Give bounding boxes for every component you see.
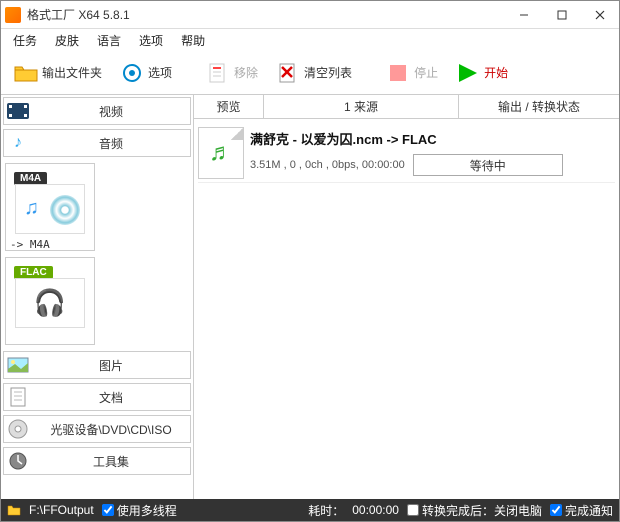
clear-icon <box>276 61 300 85</box>
toolbar: 输出文件夹 选项 移除 清空列表 停止 开始 <box>1 51 619 95</box>
multithread-label: 使用多线程 <box>117 502 177 519</box>
category-toolkit[interactable]: 工具集 <box>3 447 191 475</box>
start-button[interactable]: 开始 <box>449 56 515 90</box>
titlebar: 格式工厂 X64 5.8.1 <box>1 1 619 29</box>
category-image[interactable]: 图片 <box>3 351 191 379</box>
task-meta: 3.51M , 0 , 0ch , 0bps, 00:00:00 <box>250 159 405 171</box>
output-folder-button[interactable]: 输出文件夹 <box>7 56 109 90</box>
clear-button[interactable]: 清空列表 <box>269 56 359 90</box>
options-label: 选项 <box>148 64 172 81</box>
col-output[interactable]: 输出 / 转换状态 <box>459 95 619 118</box>
category-image-label: 图片 <box>32 357 190 374</box>
format-m4a[interactable]: M4A ♫ -> M4A <box>5 163 95 251</box>
audio-icon: ♪ <box>4 131 32 155</box>
format-grid: M4A ♫ -> M4A FLAC 🎧 <box>1 159 193 349</box>
flac-thumb: 🎧 <box>15 278 85 328</box>
music-file-icon: ♬ <box>209 139 233 167</box>
gear-icon <box>120 61 144 85</box>
menu-help[interactable]: 帮助 <box>173 29 213 52</box>
menu-skin[interactable]: 皮肤 <box>47 29 87 52</box>
task-thumb: ♬ <box>198 127 244 179</box>
statusbar: F:\FFOutput 使用多线程 耗时： 00:00:00 转换完成后：关闭电… <box>1 499 619 521</box>
main-area: 视频 ♪ 音频 M4A ♫ -> M4A FLAC 🎧 <box>1 95 619 499</box>
task-status: 等待中 <box>413 154 563 176</box>
after-checkbox[interactable] <box>407 504 419 516</box>
category-audio[interactable]: ♪ 音频 <box>3 129 191 157</box>
toolkit-icon <box>4 449 32 473</box>
notify-check[interactable]: 完成通知 <box>550 502 613 519</box>
options-button[interactable]: 选项 <box>113 56 179 90</box>
category-audio-label: 音频 <box>32 135 190 152</box>
format-flac[interactable]: FLAC 🎧 <box>5 257 95 345</box>
task-row[interactable]: ♬ 满舒克 - 以爱为囚.ncm -> FLAC 3.51M , 0 , 0ch… <box>198 123 615 183</box>
notify-checkbox[interactable] <box>550 504 562 516</box>
after-label: 转换完成后：关闭电脑 <box>422 502 542 519</box>
category-disc-label: 光驱设备\DVD\CD\ISO <box>32 421 190 438</box>
task-info: 满舒克 - 以爱为囚.ncm -> FLAC 3.51M , 0 , 0ch ,… <box>250 129 615 176</box>
multithread-checkbox[interactable] <box>102 504 114 516</box>
stop-button[interactable]: 停止 <box>379 56 445 90</box>
maximize-button[interactable] <box>543 2 581 28</box>
category-document-label: 文档 <box>32 389 190 406</box>
menubar: 任务 皮肤 语言 选项 帮助 <box>1 29 619 51</box>
remove-label: 移除 <box>234 64 258 81</box>
clear-label: 清空列表 <box>304 64 352 81</box>
remove-icon <box>206 61 230 85</box>
sidebar: 视频 ♪ 音频 M4A ♫ -> M4A FLAC 🎧 <box>1 95 194 499</box>
menu-options[interactable]: 选项 <box>131 29 171 52</box>
note-icon: ♫ <box>24 197 39 220</box>
col-source[interactable]: 1 来源 <box>264 95 459 118</box>
start-label: 开始 <box>484 64 508 81</box>
headphones-icon: 🎧 <box>34 288 66 319</box>
document-icon <box>4 385 32 409</box>
minimize-button[interactable] <box>505 2 543 28</box>
folder-icon <box>14 61 38 85</box>
play-icon <box>456 61 480 85</box>
category-video-label: 视频 <box>32 103 190 120</box>
category-disc[interactable]: 光驱设备\DVD\CD\ISO <box>3 415 191 443</box>
disc-icon <box>50 195 80 225</box>
m4a-sub: -> M4A <box>10 238 90 251</box>
category-document[interactable]: 文档 <box>3 383 191 411</box>
after-check[interactable]: 转换完成后：关闭电脑 <box>407 502 542 519</box>
menu-task[interactable]: 任务 <box>5 29 45 52</box>
menu-language[interactable]: 语言 <box>89 29 129 52</box>
m4a-thumb: ♫ <box>15 184 85 234</box>
task-title: 满舒克 - 以爱为囚.ncm -> FLAC <box>250 129 615 148</box>
output-path[interactable]: F:\FFOutput <box>29 503 94 517</box>
stop-icon <box>386 61 410 85</box>
task-list: ♬ 满舒克 - 以爱为囚.ncm -> FLAC 3.51M , 0 , 0ch… <box>194 119 619 499</box>
window-title: 格式工厂 X64 5.8.1 <box>27 6 505 23</box>
category-toolkit-label: 工具集 <box>32 453 190 470</box>
multithread-check[interactable]: 使用多线程 <box>102 502 177 519</box>
image-icon <box>4 353 32 377</box>
output-folder-label: 输出文件夹 <box>42 64 102 81</box>
list-header: 预览 1 来源 输出 / 转换状态 <box>194 95 619 119</box>
elapsed-label: 耗时： <box>308 502 344 519</box>
video-icon <box>4 99 32 123</box>
notify-label: 完成通知 <box>565 502 613 519</box>
remove-button[interactable]: 移除 <box>199 56 265 90</box>
stop-label: 停止 <box>414 64 438 81</box>
app-icon <box>5 7 21 23</box>
col-preview[interactable]: 预览 <box>194 95 264 118</box>
elapsed-value: 00:00:00 <box>352 503 399 517</box>
category-video[interactable]: 视频 <box>3 97 191 125</box>
app-window: 格式工厂 X64 5.8.1 任务 皮肤 语言 选项 帮助 输出文件夹 选项 移… <box>0 0 620 522</box>
content-panel: 预览 1 来源 输出 / 转换状态 ♬ 满舒克 - 以爱为囚.ncm -> FL… <box>194 95 619 499</box>
disc-drive-icon <box>4 417 32 441</box>
folder-small-icon <box>7 504 21 516</box>
close-button[interactable] <box>581 2 619 28</box>
